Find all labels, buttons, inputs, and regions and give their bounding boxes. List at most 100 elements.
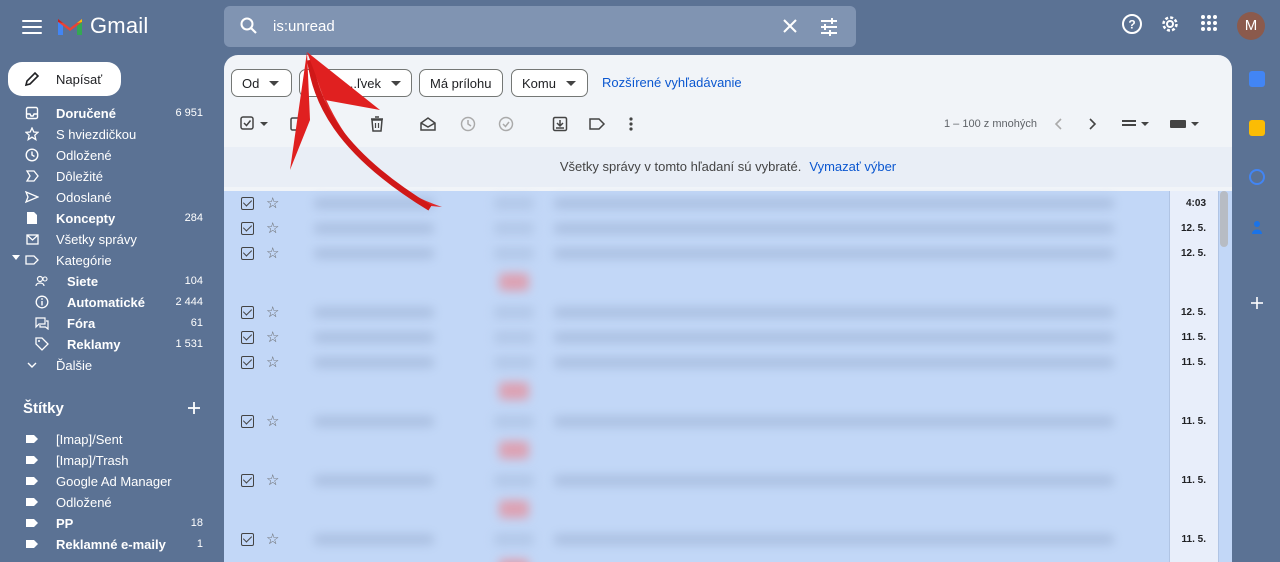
more-vert-icon[interactable] <box>628 116 634 132</box>
snooze-clock-icon[interactable] <box>460 116 476 132</box>
account-avatar[interactable]: M <box>1237 12 1265 40</box>
attachment-redacted <box>499 273 529 291</box>
label-filled-icon <box>25 474 39 488</box>
contacts-icon[interactable] <box>1249 219 1265 235</box>
clear-selection-link[interactable]: Vymazať výber <box>809 159 896 174</box>
subject-redacted <box>554 332 1114 343</box>
star-icon[interactable]: ☆ <box>266 221 279 236</box>
label-item-3[interactable]: Odložené <box>0 492 215 513</box>
star-icon[interactable]: ☆ <box>266 532 279 547</box>
label-item-5[interactable]: Reklamné e-maily 1 <box>0 534 215 555</box>
category-item-1[interactable]: Automatické 2 444 <box>0 292 215 313</box>
keep-icon[interactable] <box>1249 120 1265 136</box>
category-item-0[interactable]: Siete 104 <box>0 271 215 292</box>
label-item-4[interactable]: PP 18 <box>0 513 215 534</box>
date-cell: 12. 5. <box>1169 300 1219 325</box>
star-icon[interactable]: ☆ <box>266 246 279 261</box>
search-input[interactable]: is:unread <box>273 18 335 35</box>
chevron-left-icon[interactable] <box>1053 116 1063 132</box>
select-all-checkbox-icon[interactable] <box>240 116 270 132</box>
star-icon[interactable]: ☆ <box>266 330 279 345</box>
sidebar-more-label: Ďalšie <box>56 358 93 373</box>
move-to-icon[interactable] <box>552 116 568 132</box>
compose-button[interactable]: Napísať <box>8 62 121 96</box>
email-date: 11. 5. <box>1181 416 1206 427</box>
star-icon <box>24 126 40 141</box>
sidebar-item-count: 6 951 <box>175 107 203 119</box>
clear-search-icon[interactable] <box>781 17 799 35</box>
advanced-search-link[interactable]: Rozšírené vyhľadávanie <box>602 75 742 90</box>
row-checkbox[interactable] <box>241 247 254 260</box>
row-checkbox[interactable] <box>241 197 254 210</box>
sidebar-more-0[interactable]: Ďalšie <box>0 355 215 376</box>
label-item-1[interactable]: [Imap]/Trash <box>0 450 215 471</box>
sidebar-item-7[interactable]: Kategórie <box>0 250 215 271</box>
subject-redacted <box>554 223 1114 234</box>
table-row[interactable]: ☆ 12. 5. <box>224 241 1232 300</box>
row-checkbox[interactable] <box>241 533 254 546</box>
table-row[interactable]: ☆ 11. 5. <box>224 350 1232 409</box>
add-label-icon[interactable] <box>187 401 201 415</box>
email-date: 11. 5. <box>1181 534 1206 545</box>
category-item-3[interactable]: Reklamy 1 531 <box>0 334 215 355</box>
email-date: 12. 5. <box>1180 248 1206 259</box>
sidebar-item-2[interactable]: Odložené <box>0 145 215 166</box>
star-icon[interactable]: ☆ <box>266 196 279 211</box>
star-icon[interactable]: ☆ <box>266 355 279 370</box>
email-date: 11. 5. <box>1181 357 1206 368</box>
email-date: 11. 5. <box>1181 475 1206 486</box>
pagination-text: 1 – 100 z mnohých <box>944 118 1037 130</box>
table-row[interactable]: ☆ 11. 5. <box>224 409 1232 468</box>
sidebar-item-1[interactable]: S hviezdičkou <box>0 124 215 145</box>
category-item-2[interactable]: Fóra 61 <box>0 313 215 334</box>
row-checkbox[interactable] <box>241 331 254 344</box>
sidebar-item-4[interactable]: Odoslané <box>0 187 215 208</box>
star-icon[interactable]: ☆ <box>266 414 279 429</box>
filter-to-chip[interactable]: Komu <box>511 69 588 97</box>
label-item-label: PP <box>56 516 74 531</box>
density-toggle-icon[interactable] <box>1121 116 1149 132</box>
label-item-2[interactable]: Google Ad Manager <box>0 471 215 492</box>
all-mail-icon <box>25 232 39 246</box>
add-addon-icon[interactable] <box>1250 296 1264 310</box>
scrollbar[interactable] <box>1220 191 1228 247</box>
categories-collapse-icon[interactable] <box>12 255 20 260</box>
category-item-label: Reklamy <box>67 337 121 352</box>
label-item-0[interactable]: [Imap]/Sent <box>0 429 215 450</box>
sidebar-item-5[interactable]: Koncepty 284 <box>0 208 215 229</box>
add-task-icon[interactable] <box>498 116 516 132</box>
sender-redacted <box>314 357 434 368</box>
keyboard-icon[interactable] <box>1169 116 1199 132</box>
sender-redacted <box>314 534 434 545</box>
row-checkbox[interactable] <box>241 222 254 235</box>
label-icon[interactable] <box>588 116 606 132</box>
search-icon[interactable] <box>239 16 259 36</box>
row-checkbox[interactable] <box>241 474 254 487</box>
chevron-right-icon[interactable] <box>1088 116 1098 132</box>
table-row[interactable]: ☆ 11. 5. <box>224 468 1232 527</box>
table-row[interactable]: ☆ 11. 5. <box>224 325 1232 350</box>
search-options-icon[interactable] <box>819 17 839 37</box>
date-cell: 12. 5. <box>1169 241 1219 300</box>
table-row[interactable]: ☆ 11. 5. <box>224 527 1232 562</box>
calendar-icon[interactable] <box>1249 71 1265 87</box>
table-row[interactable]: ☆ 12. 5. <box>224 300 1232 325</box>
gmail-logo[interactable]: Gmail <box>56 13 148 39</box>
sender-redacted <box>314 223 434 234</box>
apps-grid-icon[interactable] <box>1199 13 1219 33</box>
email-date: 4:03 <box>1185 198 1206 209</box>
sidebar-item-6[interactable]: Všetky správy <box>0 229 215 250</box>
star-icon[interactable]: ☆ <box>266 305 279 320</box>
sidebar-item-0[interactable]: Doručené 6 951 <box>0 103 215 124</box>
people-icon <box>35 274 49 288</box>
settings-gear-icon[interactable] <box>1159 13 1181 35</box>
tasks-icon[interactable] <box>1249 169 1265 185</box>
star-icon[interactable]: ☆ <box>266 473 279 488</box>
row-checkbox[interactable] <box>241 356 254 369</box>
row-checkbox[interactable] <box>241 415 254 428</box>
help-icon[interactable]: ? <box>1121 13 1143 35</box>
main-menu-icon[interactable] <box>22 17 42 37</box>
sidebar-item-3[interactable]: Dôležité <box>0 166 215 187</box>
email-date: 12. 5. <box>1180 223 1206 234</box>
row-checkbox[interactable] <box>241 306 254 319</box>
